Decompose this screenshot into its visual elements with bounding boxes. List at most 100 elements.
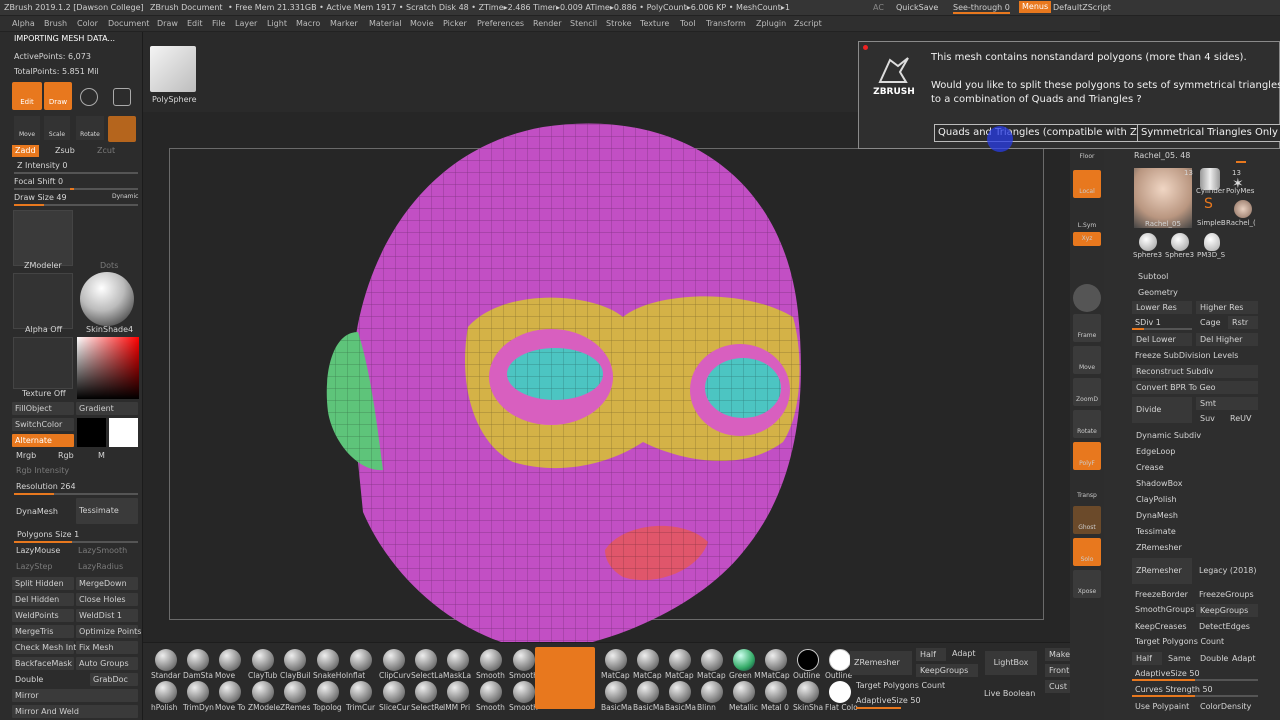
menu-item[interactable]: Stencil	[570, 19, 597, 28]
subtool-header[interactable]: Subtool	[1138, 272, 1168, 281]
color-picker[interactable]	[77, 337, 139, 399]
menus-toggle[interactable]: Menus	[1019, 1, 1052, 13]
brush-thumbnail[interactable]	[637, 649, 659, 671]
brush-thumbnail[interactable]	[187, 649, 209, 671]
focal-shift-knob[interactable]	[70, 188, 74, 190]
focal-shift-slider[interactable]: Focal Shift 0	[14, 177, 63, 186]
z-intensity-track[interactable]	[14, 172, 138, 174]
gradient-button[interactable]: Gradient	[76, 402, 138, 415]
keepgroups-quick-toggle[interactable]: KeepGroups	[916, 664, 978, 677]
legacy-toggle[interactable]: Legacy (2018)	[1199, 566, 1257, 575]
brush-thumbnail[interactable]	[155, 649, 177, 671]
brush-thumbnail[interactable]	[447, 681, 469, 703]
grabdoc-button[interactable]: GrabDoc	[90, 673, 138, 686]
brush-thumbnail[interactable]	[383, 649, 405, 671]
brush-thumbnail[interactable]	[383, 681, 405, 703]
lazystep-slider[interactable]: LazyStep	[16, 562, 53, 571]
xyz-button[interactable]: Xyz	[1073, 232, 1101, 246]
brush-thumbnail[interactable]	[701, 681, 723, 703]
rotate-view-button[interactable]: Rotate	[1073, 410, 1101, 438]
brush-thumbnail[interactable]	[219, 649, 241, 671]
secondary-color-swatch[interactable]	[77, 418, 106, 447]
check-mesh-int-button[interactable]: Check Mesh Int	[12, 641, 76, 654]
close-dot-icon[interactable]	[863, 45, 868, 50]
mirror-button[interactable]: Mirror	[12, 689, 138, 702]
menu-item[interactable]: Material	[369, 19, 402, 28]
same-toggle[interactable]: Same	[1168, 654, 1191, 663]
menu-item[interactable]: Texture	[640, 19, 669, 28]
lower-res-button[interactable]: Lower Res	[1132, 301, 1192, 314]
dynamesh-button[interactable]: DynaMesh	[16, 507, 58, 516]
brush-thumbnail[interactable]	[284, 649, 306, 671]
move-button[interactable]: Move	[14, 116, 40, 140]
z-intensity-slider[interactable]: Z Intensity 0	[17, 161, 67, 170]
geometry-header[interactable]: Geometry	[1138, 288, 1178, 297]
live-boolean-toggle[interactable]: Live Boolean	[984, 689, 1035, 698]
brush-thumbnail[interactable]	[765, 649, 787, 671]
brush-thumbnail[interactable]	[637, 681, 659, 703]
zsub-toggle[interactable]: Zsub	[52, 145, 78, 157]
del-lower-button[interactable]: Del Lower	[1132, 333, 1192, 346]
higher-res-button[interactable]: Higher Res	[1196, 301, 1258, 314]
brush-thumbnail[interactable]	[415, 649, 437, 671]
crease-section[interactable]: Crease	[1136, 463, 1164, 472]
menu-item[interactable]: Movie	[410, 19, 434, 28]
brush-thumbnail[interactable]	[797, 681, 819, 703]
local-button[interactable]: Local	[1073, 170, 1101, 198]
move-view-button[interactable]: Move	[1073, 346, 1101, 374]
polygons-size-slider[interactable]: Polygons Size 1	[17, 530, 79, 539]
claypolish-section[interactable]: ClayPolish	[1136, 495, 1177, 504]
reuv-button[interactable]: ReUV	[1230, 414, 1251, 423]
menu-item[interactable]: Picker	[443, 19, 467, 28]
mergetris-button[interactable]: MergeTris	[12, 625, 74, 638]
mergedown-button[interactable]: MergeDown	[76, 577, 138, 590]
adapt-quick-toggle[interactable]: Adapt	[952, 649, 976, 658]
sphere3d-thumbnail-2[interactable]	[1171, 233, 1189, 251]
tessimate-button[interactable]: Tessimate	[76, 498, 138, 524]
brush-thumbnail[interactable]	[447, 649, 469, 671]
target-polygons-slider[interactable]: Target Polygons Count	[1135, 637, 1224, 646]
keepcreases-toggle[interactable]: KeepCreases	[1135, 622, 1187, 631]
menu-item[interactable]: Tool	[680, 19, 696, 28]
menu-item[interactable]: Edit	[187, 19, 203, 28]
del-hidden-button[interactable]: Del Hidden	[12, 593, 74, 606]
alpha-tile[interactable]	[13, 273, 73, 329]
rgb-intensity-slider[interactable]: Rgb Intensity	[16, 466, 69, 475]
brush-thumbnail[interactable]	[605, 681, 627, 703]
freezeborder-toggle[interactable]: FreezeBorder	[1135, 590, 1188, 599]
sculptris-icon[interactable]	[80, 88, 98, 106]
menu-item[interactable]: Macro	[296, 19, 320, 28]
menu-item[interactable]: Color	[77, 19, 98, 28]
lazymouse-toggle[interactable]: LazyMouse	[16, 546, 60, 555]
brush-thumbnail[interactable]	[829, 681, 851, 703]
menu-item[interactable]: Stroke	[606, 19, 632, 28]
keepgroups-toggle[interactable]: KeepGroups	[1196, 604, 1258, 617]
current-tool-name[interactable]: Rachel_05. 48	[1134, 151, 1190, 160]
main-color-swatch[interactable]	[109, 418, 138, 447]
brush-thumbnail[interactable]	[252, 649, 274, 671]
edit-button[interactable]: Edit	[12, 82, 42, 110]
menu-item[interactable]: Zscript	[794, 19, 822, 28]
floor-button[interactable]: Floor	[1073, 150, 1101, 164]
frame-button[interactable]: Frame	[1073, 314, 1101, 342]
smt-toggle[interactable]: Smt	[1196, 397, 1258, 410]
double-toggle[interactable]: Double	[15, 675, 43, 684]
colordensity-slider[interactable]: ColorDensity	[1200, 702, 1251, 711]
target-polygons-quick-slider[interactable]: Target Polygons Count	[856, 681, 945, 690]
rgb-toggle[interactable]: Rgb	[58, 451, 74, 460]
brush-thumbnail[interactable]	[829, 649, 851, 671]
cage-button[interactable]: Cage	[1200, 318, 1221, 327]
persp-icon[interactable]	[1073, 284, 1101, 312]
welddist-slider[interactable]: WeldDist 1	[76, 609, 138, 622]
texture-tile[interactable]	[13, 337, 73, 389]
weldpoints-button[interactable]: WeldPoints	[12, 609, 74, 622]
polyf-button[interactable]: PolyF	[1073, 442, 1101, 470]
rachel-thumbnail[interactable]	[1134, 168, 1192, 228]
menu-item[interactable]: Light	[267, 19, 287, 28]
m-toggle[interactable]: M	[98, 451, 105, 460]
menu-item[interactable]: Layer	[235, 19, 257, 28]
menu-item[interactable]: Preferences	[477, 19, 524, 28]
material-sphere[interactable]	[80, 272, 134, 326]
mirror-and-weld-button[interactable]: Mirror And Weld	[12, 705, 138, 718]
edgeloop-section[interactable]: EdgeLoop	[1136, 447, 1175, 456]
